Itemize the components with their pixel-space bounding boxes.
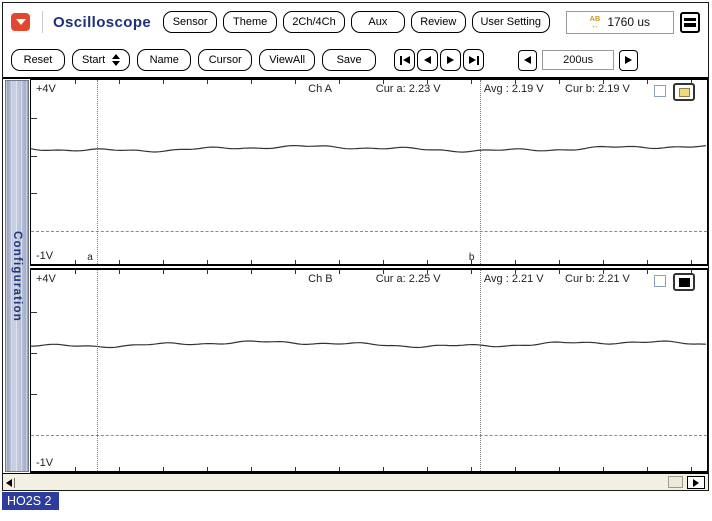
zero-volt-gridline bbox=[31, 231, 707, 232]
divider bbox=[42, 11, 43, 33]
cursor-a-line[interactable] bbox=[97, 270, 98, 471]
channel-b-bottom-volt-label: -1V bbox=[36, 457, 53, 469]
channel-b-waveform bbox=[31, 270, 707, 471]
name-button[interactable]: Name bbox=[137, 49, 191, 71]
channel-a-cursor-a-readout: Cur a: 2.23 V bbox=[376, 83, 441, 95]
aux-button[interactable]: Aux bbox=[351, 11, 405, 33]
reset-button[interactable]: Reset bbox=[11, 49, 65, 71]
cursor-a-line[interactable] bbox=[97, 80, 98, 264]
channel-a-avg-readout: Avg : 2.19 V bbox=[484, 83, 544, 95]
review-button[interactable]: Review bbox=[411, 11, 466, 33]
channel-mode-button[interactable]: 2Ch/4Ch bbox=[283, 11, 345, 33]
ab-measure-icon: AB ↔ bbox=[589, 15, 600, 29]
step-forward-icon bbox=[447, 56, 454, 64]
sidebar-label: Configuration bbox=[11, 231, 23, 322]
skip-last-button[interactable] bbox=[463, 49, 484, 71]
cursor-b-mark: b bbox=[469, 252, 475, 263]
channel-b-cursor-b-readout: Cur b: 2.21 V bbox=[565, 273, 630, 285]
channel-b-avg-readout: Avg : 2.21 V bbox=[484, 273, 544, 285]
channel-b-color-button[interactable] bbox=[673, 273, 695, 291]
timebase-control: 200us bbox=[518, 50, 638, 71]
channel-a-color-swatch bbox=[679, 88, 690, 97]
channel-a-cursor-b-readout: Cur b: 2.19 V bbox=[565, 83, 630, 95]
channel-b-color-swatch bbox=[679, 278, 690, 287]
channel-b-cursor-a-readout: Cur a: 2.25 V bbox=[376, 273, 441, 285]
timebase-decrease-button[interactable] bbox=[518, 50, 537, 71]
step-back-icon bbox=[424, 56, 431, 64]
toolbar-row-2: Reset Start Name Cursor ViewAll Save bbox=[3, 41, 708, 79]
plot-column: +4V -1V Ch A Cur a: 2.23 V Avg : 2.19 V … bbox=[30, 79, 708, 473]
menu-icon[interactable] bbox=[680, 12, 700, 33]
channel-a-plot: +4V -1V Ch A Cur a: 2.23 V Avg : 2.19 V … bbox=[30, 79, 708, 266]
scroll-right-button[interactable] bbox=[687, 476, 705, 489]
channel-a-color-button[interactable] bbox=[673, 83, 695, 101]
playback-controls bbox=[394, 49, 484, 71]
save-button[interactable]: Save bbox=[322, 49, 376, 71]
start-spinner-icon bbox=[112, 54, 120, 66]
ab-time-measure-display: AB ↔ 1760 us bbox=[566, 11, 674, 34]
step-back-button[interactable] bbox=[417, 49, 438, 71]
channel-a-top-volt-label: +4V bbox=[36, 83, 56, 95]
app-title: Oscilloscope bbox=[53, 14, 151, 31]
start-button[interactable]: Start bbox=[72, 49, 130, 71]
theme-button[interactable]: Theme bbox=[223, 11, 277, 33]
sensor-button[interactable]: Sensor bbox=[163, 11, 217, 33]
dropdown-arrow-icon bbox=[16, 19, 26, 25]
zero-volt-gridline bbox=[31, 435, 707, 436]
channel-b-checkbox[interactable] bbox=[654, 275, 666, 287]
configuration-sidebar-handle[interactable]: Configuration bbox=[5, 80, 29, 472]
main-area: Configuration +4V -1V Ch A Cur a: 2.23 V… bbox=[3, 79, 708, 473]
channel-b-plot: +4V -1V Ch B Cur a: 2.25 V Avg : 2.21 V … bbox=[30, 268, 708, 473]
scroll-left-button[interactable] bbox=[6, 477, 20, 488]
channel-a-title: Ch A bbox=[308, 83, 332, 95]
right-arrow-icon bbox=[693, 479, 699, 487]
channel-a-bottom-volt-label: -1V bbox=[36, 250, 53, 262]
skip-first-icon bbox=[403, 56, 410, 64]
oscilloscope-window: Oscilloscope Sensor Theme 2Ch/4Ch Aux Re… bbox=[2, 2, 709, 491]
channel-b-top-volt-label: +4V bbox=[36, 273, 56, 285]
app-launcher-button[interactable] bbox=[11, 13, 30, 31]
status-tab: HO2S 2 bbox=[2, 492, 59, 510]
skip-last-icon bbox=[469, 56, 476, 64]
left-arrow-icon bbox=[6, 479, 12, 487]
scrollbar-thumb[interactable] bbox=[668, 476, 683, 488]
viewall-button[interactable]: ViewAll bbox=[259, 49, 315, 71]
cursor-b-line[interactable] bbox=[480, 80, 481, 264]
toolbar-row-1: Oscilloscope Sensor Theme 2Ch/4Ch Aux Re… bbox=[3, 3, 708, 41]
timebase-value: 200us bbox=[542, 50, 614, 70]
ab-time-value: 1760 us bbox=[607, 15, 650, 29]
cursor-a-mark: a bbox=[87, 252, 93, 263]
user-setting-button[interactable]: User Setting bbox=[472, 11, 550, 33]
cursor-b-line[interactable] bbox=[480, 270, 481, 471]
timebase-increase-button[interactable] bbox=[619, 50, 638, 71]
channel-a-waveform bbox=[31, 80, 707, 264]
channel-b-title: Ch B bbox=[308, 273, 332, 285]
left-arrow-icon bbox=[524, 56, 531, 64]
skip-first-button[interactable] bbox=[394, 49, 415, 71]
right-arrow-icon bbox=[625, 56, 632, 64]
step-forward-button[interactable] bbox=[440, 49, 461, 71]
cursor-button[interactable]: Cursor bbox=[198, 49, 252, 71]
channel-a-checkbox[interactable] bbox=[654, 85, 666, 97]
horizontal-scrollbar[interactable] bbox=[3, 473, 708, 490]
toolbar: Oscilloscope Sensor Theme 2Ch/4Ch Aux Re… bbox=[3, 3, 708, 79]
